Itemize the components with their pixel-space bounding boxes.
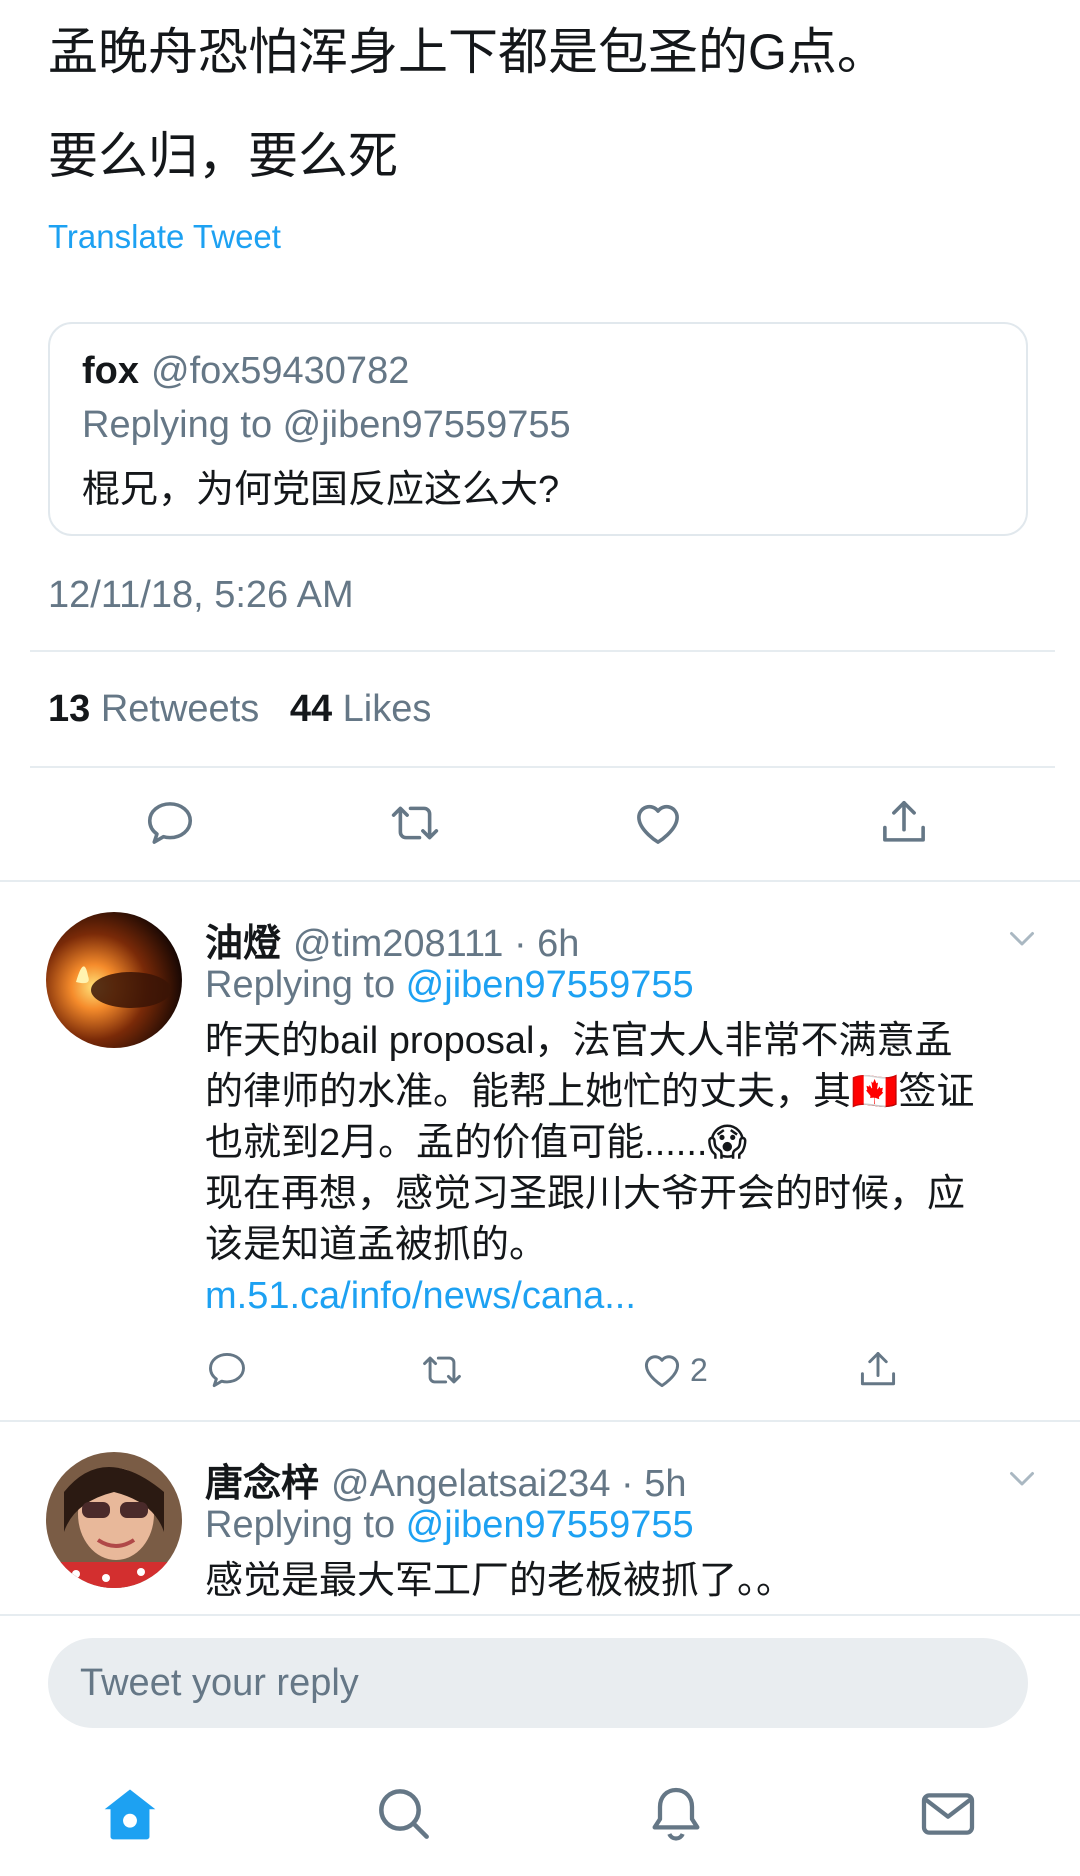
divider bbox=[0, 1420, 1080, 1422]
chevron-down-icon[interactable] bbox=[1004, 920, 1040, 956]
tweet-reply-input[interactable]: Tweet your reply bbox=[48, 1638, 1028, 1728]
quoted-replying-to: Replying to @jiben97559755 bbox=[82, 404, 571, 446]
reply-body-line: 的律师的水准。能帮上她忙的丈夫，其🇨🇦签证 bbox=[205, 1071, 975, 1113]
share-icon bbox=[883, 800, 925, 842]
retweet-button[interactable] bbox=[385, 793, 445, 853]
reply-retweet-button[interactable] bbox=[420, 1348, 464, 1392]
tweet-text-line1: 孟晚舟恐怕浑身上下都是包圣的G点。 bbox=[48, 24, 887, 80]
messages-icon[interactable] bbox=[916, 1782, 980, 1846]
quoted-tweet-header: fox @fox59430782 bbox=[82, 350, 409, 393]
home-icon[interactable] bbox=[98, 1782, 162, 1846]
like-icon bbox=[637, 804, 679, 844]
reply-tweet[interactable]: 唐念梓 @Angelatsai234 · 5h Replying to @jibe… bbox=[0, 1430, 1080, 1610]
reply-author-name[interactable]: 唐念梓 bbox=[205, 1463, 319, 1505]
replying-to-prefix: Replying to bbox=[205, 1504, 406, 1546]
divider bbox=[30, 766, 1055, 768]
oil-lamp-avatar-image bbox=[46, 912, 182, 1048]
reply-share-button[interactable] bbox=[856, 1348, 900, 1392]
replying-to-prefix: Replying to bbox=[205, 964, 406, 1006]
reply-replying-to: Replying to @jiben97559755 bbox=[205, 964, 694, 1007]
reply-body-line: 现在再想，感觉习圣跟川大爷开会的时候，应 bbox=[205, 1173, 966, 1215]
reply-button[interactable] bbox=[140, 793, 200, 853]
avatar[interactable] bbox=[46, 912, 182, 1048]
quoted-tweet-body: 棍兄，为何党国反应这么大? bbox=[82, 469, 560, 511]
divider bbox=[0, 880, 1080, 882]
quoted-tweet-card[interactable]: fox @fox59430782 Replying to @jiben975597… bbox=[48, 322, 1028, 536]
reply-icon bbox=[147, 802, 193, 844]
quoted-author-name: fox bbox=[82, 350, 139, 392]
reply-body-line: 也就到2月。孟的价值可能......😱 bbox=[205, 1122, 748, 1164]
reply-author-handle: @tim208111 · 6h bbox=[293, 923, 580, 965]
retweet-icon bbox=[391, 806, 439, 840]
notifications-icon[interactable] bbox=[644, 1782, 708, 1846]
chevron-down-icon[interactable] bbox=[1004, 1460, 1040, 1496]
quoted-author-handle: @fox59430782 bbox=[151, 350, 410, 392]
profile-photo-avatar-image bbox=[46, 1452, 182, 1588]
reply-header: 唐念梓 @Angelatsai234 · 5h bbox=[205, 1452, 687, 1507]
reply-like-count: 2 bbox=[690, 1351, 708, 1388]
share-icon bbox=[860, 1352, 896, 1386]
reply-body-line: 该是知道孟被抓的。 bbox=[205, 1224, 548, 1266]
translate-tweet-link[interactable]: Translate Tweet bbox=[48, 218, 281, 256]
reply-tweet[interactable]: 油燈 @tim208111 · 6h Replying to @jiben9755… bbox=[0, 890, 1080, 1415]
retweet-icon bbox=[423, 1356, 461, 1384]
search-icon[interactable] bbox=[372, 1782, 436, 1846]
reply-link[interactable]: m.51.ca/info/news/cana... bbox=[205, 1271, 1035, 1322]
tweet-timestamp: 12/11/18, 5:26 AM bbox=[48, 574, 354, 616]
reply-author-handle: @Angelatsai234 · 5h bbox=[331, 1463, 687, 1505]
share-button[interactable] bbox=[874, 793, 934, 853]
tweet-stats: 13 Retweets 44 Likes bbox=[48, 688, 431, 731]
reply-replying-to: Replying to @jiben97559755 bbox=[205, 1504, 694, 1547]
reply-reply-button[interactable] bbox=[205, 1348, 249, 1392]
reply-icon bbox=[209, 1352, 245, 1388]
likes-label[interactable]: Likes bbox=[343, 688, 432, 730]
replying-to-mention[interactable]: @jiben97559755 bbox=[406, 1504, 694, 1546]
avatar[interactable] bbox=[46, 1452, 182, 1588]
replying-to-mention[interactable]: @jiben97559755 bbox=[406, 964, 694, 1006]
reply-like-button[interactable]: 2 bbox=[640, 1348, 708, 1392]
retweets-label[interactable]: Retweets bbox=[101, 688, 259, 730]
reply-author-name[interactable]: 油燈 bbox=[205, 923, 281, 965]
reply-body: 感觉是最大军工厂的老板被抓了。。 bbox=[205, 1556, 1035, 1607]
reply-body: 昨天的bail proposal，法官大人非常不满意孟 的律师的水准。能帮上她忙… bbox=[205, 1016, 1035, 1322]
retweets-count[interactable]: 13 bbox=[48, 688, 90, 730]
reply-header: 油燈 @tim208111 · 6h bbox=[205, 912, 579, 967]
like-button[interactable] bbox=[628, 793, 688, 853]
divider bbox=[0, 1614, 1080, 1616]
likes-count[interactable]: 44 bbox=[290, 688, 332, 730]
divider bbox=[30, 650, 1055, 652]
reply-body-line: 感觉是最大军工厂的老板被抓了。。 bbox=[205, 1560, 795, 1602]
tweet-text-line2: 要么归，要么死 bbox=[48, 128, 398, 184]
reply-body-line: 昨天的bail proposal，法官大人非常不满意孟 bbox=[205, 1020, 953, 1062]
like-icon bbox=[644, 1355, 680, 1388]
